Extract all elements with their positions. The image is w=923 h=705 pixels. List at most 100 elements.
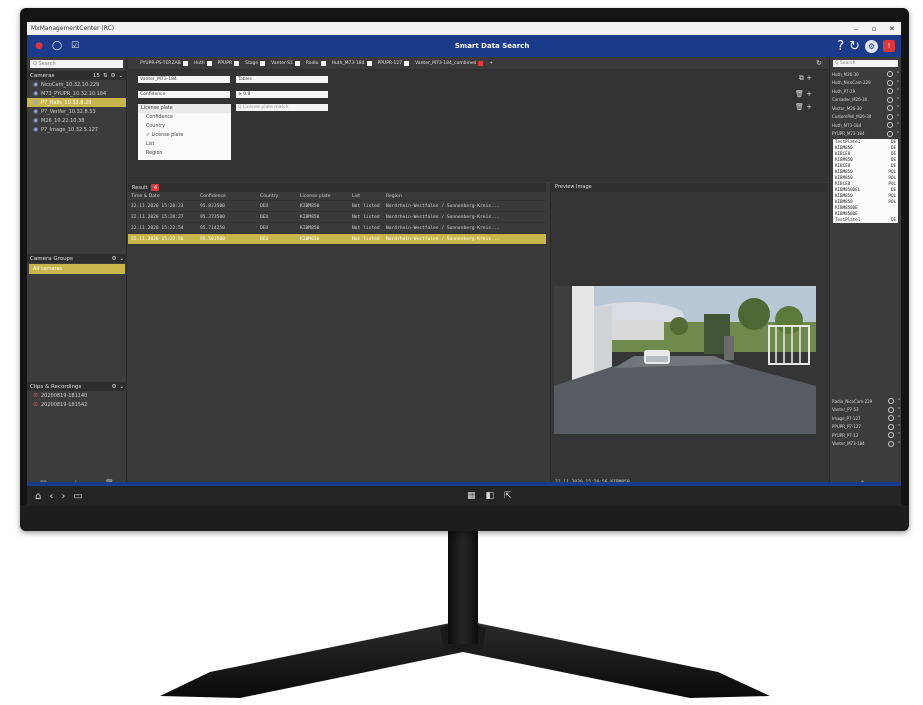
right-camera-item[interactable]: CustomPoll_M26-30 ⌃ (830, 113, 901, 122)
column-header[interactable]: Confidence (200, 194, 260, 199)
right-camera-item[interactable]: Vanter_M73-184 ⌃ (830, 440, 901, 449)
chevron-up-icon[interactable]: ⌃ (895, 80, 901, 86)
refresh-icon[interactable]: ↻ (849, 39, 860, 54)
camera-item[interactable]: ◉ P7_Image_10.32.5.127 (27, 125, 126, 134)
dropdown-option[interactable]: Region (138, 149, 231, 158)
settings-icon[interactable]: ⚙ (111, 384, 116, 390)
chevron-up-icon[interactable]: ⌃ (895, 97, 901, 103)
toggle-icon[interactable] (888, 406, 894, 413)
chat-icon[interactable]: ◯ (51, 40, 63, 52)
chevron-up-icon[interactable]: ⌃ (896, 398, 901, 404)
split-view-icon[interactable]: ◧ (486, 491, 495, 501)
source-field[interactable]: Tables (236, 76, 328, 83)
chevron-up-icon[interactable]: ⌃ (896, 424, 901, 430)
right-search-input[interactable]: Q Search (833, 60, 898, 67)
edit-icon[interactable]: ☑ (69, 40, 81, 52)
chevron-up-icon[interactable]: ⌃ (895, 131, 901, 137)
toggle-icon[interactable] (887, 113, 893, 120)
chevron-up-icon[interactable]: ⌃ (895, 122, 901, 128)
column-header[interactable]: Country (260, 194, 300, 199)
toggle-icon[interactable] (888, 423, 894, 430)
table-row[interactable]: 22.11.2020 15:22:56 95.503500 DEU KIBM850 No… (128, 234, 546, 245)
camera-item[interactable]: ◉ NicoCam_10.32.10.229 (27, 80, 126, 89)
camera-item[interactable]: ◉ M26_10.22.10.38 (27, 116, 126, 125)
minimize-button[interactable]: – (847, 25, 865, 33)
settings-icon[interactable]: ⚙ (110, 73, 115, 79)
chevron-down-icon[interactable]: ⌄ (119, 256, 124, 262)
record-icon[interactable]: ● (33, 40, 45, 52)
alert-icon[interactable]: ! (883, 40, 895, 52)
right-camera-item[interactable]: PYUPR_P7-12 ⌃ (830, 431, 901, 440)
camera-field[interactable]: Vanter_M73-184 (138, 76, 230, 83)
right-camera-item[interactable]: Huth_M73-184 ⌃ (830, 121, 901, 130)
dropdown-option[interactable]: ✓ License plate (138, 131, 231, 140)
help-icon[interactable]: ? (837, 39, 844, 54)
filter-tab[interactable]: PPUPR (218, 60, 240, 66)
chevron-up-icon[interactable]: ⌃ (896, 415, 901, 421)
filter-tab[interactable]: PYUPR-PS-TERZAB (140, 60, 188, 66)
chevron-up-icon[interactable]: ⌃ (895, 88, 901, 94)
copy-add-icon[interactable]: ⧉ + (799, 74, 812, 83)
filter-tab[interactable]: Huth_M73-184 (332, 60, 372, 66)
chevron-down-icon[interactable]: ⌄ (118, 73, 123, 79)
value-field[interactable]: ≥ 0.8 (236, 91, 328, 98)
chevron-up-icon[interactable]: ⌃ (895, 71, 901, 77)
right-camera-item[interactable]: Radio_NicoCam-229 ⌃ (830, 397, 901, 406)
checkbox[interactable] (320, 60, 326, 66)
checkbox[interactable] (366, 60, 372, 66)
add-tab-icon[interactable]: + (489, 61, 493, 66)
checkbox[interactable] (206, 60, 212, 66)
checkbox[interactable] (478, 60, 484, 66)
toggle-icon[interactable] (888, 440, 894, 447)
checkbox[interactable] (404, 60, 410, 66)
toggle-icon[interactable] (887, 88, 893, 95)
clip-item[interactable]: ⊘ 20200819-181140 (27, 391, 127, 400)
dropdown-option[interactable]: Confidence (138, 113, 231, 122)
toggle-icon[interactable] (888, 432, 894, 439)
attribute-dropdown[interactable]: License plate Confidence Country ✓ License … (138, 104, 231, 160)
checkbox[interactable] (234, 60, 240, 66)
right-camera-item[interactable]: Image_P7-127 ⌃ (830, 414, 901, 423)
attribute-field[interactable]: Confidence (138, 91, 230, 98)
plate-item[interactable]: TestPlate1 DE (833, 217, 898, 223)
right-camera-item[interactable]: PPUPR_P7-127 ⌃ (830, 423, 901, 432)
filter-tab[interactable]: Vanter-S1 (271, 60, 300, 66)
filter-tab[interactable]: Radio (306, 60, 326, 66)
clip-item[interactable]: ⊘ 20200819-181542 (27, 400, 127, 409)
dropdown-option[interactable]: License plate (138, 104, 231, 113)
right-camera-item[interactable]: PYUPR_M73-184 ⌃ (830, 130, 901, 139)
filter-tab[interactable]: Vanter_M73-184_combined (415, 60, 484, 66)
toggle-icon[interactable] (887, 79, 893, 86)
back-icon[interactable]: ‹ (49, 491, 53, 502)
toggle-icon[interactable] (887, 96, 893, 103)
right-camera-item[interactable]: Huth_NicoCam-229 ⌃ (830, 79, 901, 88)
checkbox[interactable] (260, 60, 266, 66)
table-row[interactable]: 22.11.2020 15:22:54 95.714250 DEU KIBM850 No… (128, 223, 546, 234)
right-camera-item[interactable]: Huth_M26-30 ⌃ (830, 70, 901, 79)
filter-tab[interactable]: Stage (245, 60, 266, 66)
toggle-icon[interactable] (887, 105, 893, 112)
table-row[interactable]: 22.11.2020 15:20:23 95.823500 DEU KIBM850 No… (128, 201, 546, 212)
export-icon[interactable]: ⇱ (504, 491, 512, 501)
group-item-all-cameras[interactable]: All cameras (29, 264, 125, 274)
toggle-icon[interactable] (887, 122, 893, 129)
camera-item[interactable]: ◉ M73_PYUPR_10.32.10.184 (27, 89, 126, 98)
checkbox[interactable] (294, 60, 300, 66)
right-camera-item[interactable]: Huth_P7-29 ⌃ (830, 87, 901, 96)
chevron-up-icon[interactable]: ⌃ (895, 105, 901, 111)
chevron-up-icon[interactable]: ⌃ (896, 407, 901, 413)
column-header[interactable]: List (352, 194, 386, 199)
forward-icon[interactable]: › (61, 491, 65, 502)
dropdown-option[interactable]: Country (138, 122, 231, 131)
column-header[interactable]: License plate (300, 194, 352, 199)
table-row[interactable]: 22.11.2020 15:20:27 95.373500 DEU KIBM850 No… (128, 212, 546, 223)
chevron-up-icon[interactable]: ⌃ (896, 432, 901, 438)
right-camera-item[interactable]: Carsader_M26-30 ⌃ (830, 96, 901, 105)
chevron-down-icon[interactable]: ⌄ (119, 384, 124, 390)
refresh-icon[interactable]: ↻ (816, 59, 828, 67)
camera-item[interactable]: ◉ P7_Verifer_10.32.8.53 (27, 107, 126, 116)
settings-icon[interactable]: ⚙ (111, 256, 116, 262)
dropdown-option[interactable]: List (138, 140, 231, 149)
column-header[interactable]: Time & Date (128, 194, 200, 199)
grid-view-icon[interactable]: ▦ (467, 491, 476, 501)
